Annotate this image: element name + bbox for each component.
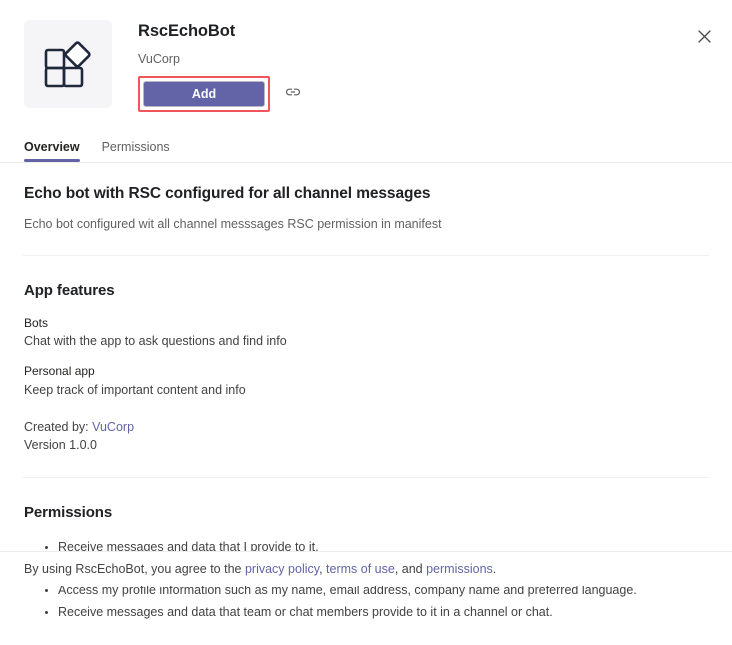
add-button-highlight: Add <box>138 75 270 112</box>
close-button[interactable] <box>690 22 718 50</box>
terms-of-use-link[interactable]: terms of use <box>326 562 395 576</box>
feature-name: Personal app <box>24 364 95 379</box>
add-button[interactable]: Add <box>143 80 265 107</box>
app-grid-diamond-icon <box>42 39 94 89</box>
footer-agreement-text: By using RscEchoBot, you agree to the pr… <box>0 552 732 579</box>
app-icon <box>24 20 112 108</box>
tab-overview[interactable]: Overview <box>24 140 80 162</box>
footer-sep-1: , <box>319 562 327 576</box>
footer-prefix: By using RscEchoBot, you agree to the <box>24 562 245 576</box>
feature-description: Keep track of important content and info <box>24 382 246 397</box>
overview-section: Echo bot with RSC configured for all cha… <box>24 163 708 255</box>
app-features-section: App features Bots Chat with the app to a… <box>24 256 708 478</box>
dialog-footer: By using RscEchoBot, you agree to the pr… <box>0 551 732 586</box>
created-by-link[interactable]: VuCorp <box>92 420 134 434</box>
tab-list: Overview Permissions <box>0 134 732 162</box>
tab-permissions[interactable]: Permissions <box>102 140 170 162</box>
overview-heading: Echo bot with RSC configured for all cha… <box>24 184 431 202</box>
close-icon <box>697 29 711 43</box>
app-header-info: RscEchoBot VuCorp Add <box>138 18 708 112</box>
version-line: Version 1.0.0 <box>24 438 97 453</box>
app-install-dialog: RscEchoBot VuCorp Add Overview Permissio… <box>0 0 732 619</box>
footer-sep-2: , and <box>394 562 427 576</box>
dialog-content: Echo bot with RSC configured for all cha… <box>0 163 732 255</box>
link-icon <box>285 85 301 102</box>
permissions-title: Permissions <box>24 504 113 522</box>
feature-item: Bots Chat with the app to ask questions … <box>24 315 708 351</box>
feature-description: Chat with the app to ask questions and f… <box>24 334 287 349</box>
app-features-title: App features <box>24 281 115 299</box>
footer-suffix: . <box>492 562 497 576</box>
feature-name: Bots <box>24 315 49 330</box>
privacy-policy-link[interactable]: privacy policy <box>245 562 319 576</box>
copy-link-button[interactable] <box>282 83 304 105</box>
permission-item: Receive messages and data that team or c… <box>58 602 708 624</box>
created-by-label: Created by: <box>24 419 89 434</box>
created-by-line: Created by: VuCorp <box>24 418 708 437</box>
feature-item: Personal app Keep track of important con… <box>24 363 708 399</box>
overview-description: Echo bot configured wit all channel mess… <box>24 216 442 231</box>
dialog-header: RscEchoBot VuCorp Add <box>0 0 732 112</box>
app-publisher: VuCorp <box>138 51 180 66</box>
header-actions: Add <box>138 75 708 112</box>
app-meta: Created by: VuCorp Version 1.0.0 <box>24 418 708 456</box>
features-content: App features Bots Chat with the app to a… <box>0 256 732 478</box>
permissions-link[interactable]: permissions <box>426 562 493 576</box>
app-title: RscEchoBot <box>138 22 236 40</box>
